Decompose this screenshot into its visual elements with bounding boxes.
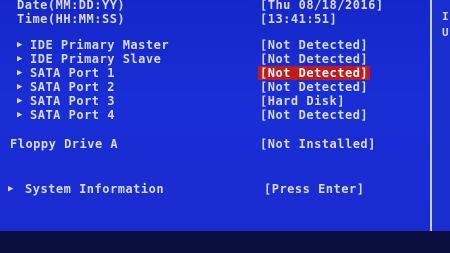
- drive-row-sata-port-4[interactable]: ▶ SATA Port 4 [Not Detected]: [0, 108, 430, 122]
- submenu-arrow-icon: ▶: [17, 68, 23, 78]
- drive-row-ide-primary-slave[interactable]: ▶ IDE Primary Slave [Not Detected]: [0, 52, 430, 66]
- help-panel: I U: [432, 0, 450, 231]
- floppy-value[interactable]: [Not Installed]: [260, 137, 376, 151]
- drive-value: [Not Detected]: [260, 108, 369, 122]
- drive-label: SATA Port 2: [30, 80, 115, 94]
- bios-screen: Date(MM:DD:YY) [Thu 08/18/2016] Time(HH:…: [0, 0, 450, 253]
- submenu-arrow-icon: ▶: [17, 110, 23, 120]
- submenu-arrow-icon: ▶: [17, 96, 23, 106]
- help-text-fragment: I: [442, 10, 450, 23]
- date-value[interactable]: [Thu 08/18/2016]: [260, 0, 384, 12]
- system-information-row[interactable]: ▶ System Information [Press Enter]: [0, 182, 430, 196]
- drive-value: [Hard Disk]: [260, 94, 345, 108]
- submenu-arrow-icon: ▶: [17, 54, 23, 64]
- submenu-arrow-icon: ▶: [17, 82, 23, 92]
- drive-row-sata-port-1[interactable]: ▶ SATA Port 1 [Not Detected]: [0, 66, 430, 80]
- drive-value: [Not Detected]: [260, 80, 369, 94]
- floppy-row[interactable]: Floppy Drive A [Not Installed]: [0, 137, 430, 151]
- drive-value: [Not Detected]: [260, 52, 369, 66]
- date-label: Date(MM:DD:YY): [17, 0, 126, 12]
- screen-bottom-bezel: [0, 231, 450, 253]
- floppy-label: Floppy Drive A: [10, 137, 119, 151]
- drive-value: [Not Detected]: [260, 38, 369, 52]
- system-information-value: [Press Enter]: [264, 182, 365, 196]
- drive-row-ide-primary-master[interactable]: ▶ IDE Primary Master [Not Detected]: [0, 38, 430, 52]
- drive-value-selected: [Not Detected]: [258, 66, 371, 80]
- drive-label: IDE Primary Master: [30, 38, 170, 52]
- drive-row-sata-port-2[interactable]: ▶ SATA Port 2 [Not Detected]: [0, 80, 430, 94]
- time-row[interactable]: Time(HH:MM:SS) [13:41:51]: [0, 12, 430, 26]
- system-information-label: System Information: [25, 182, 165, 196]
- drive-label: IDE Primary Slave: [30, 52, 162, 66]
- drive-row-sata-port-3[interactable]: ▶ SATA Port 3 [Hard Disk]: [0, 94, 430, 108]
- date-row[interactable]: Date(MM:DD:YY) [Thu 08/18/2016]: [0, 0, 430, 12]
- time-value[interactable]: [13:41:51]: [260, 12, 337, 26]
- time-label: Time(HH:MM:SS): [17, 12, 126, 26]
- submenu-arrow-icon: ▶: [17, 40, 23, 50]
- drive-label: SATA Port 4: [30, 108, 115, 122]
- submenu-arrow-icon: ▶: [8, 184, 14, 194]
- drive-label: SATA Port 3: [30, 94, 115, 108]
- drive-label: SATA Port 1: [30, 66, 115, 80]
- help-text-fragment: U: [442, 26, 450, 39]
